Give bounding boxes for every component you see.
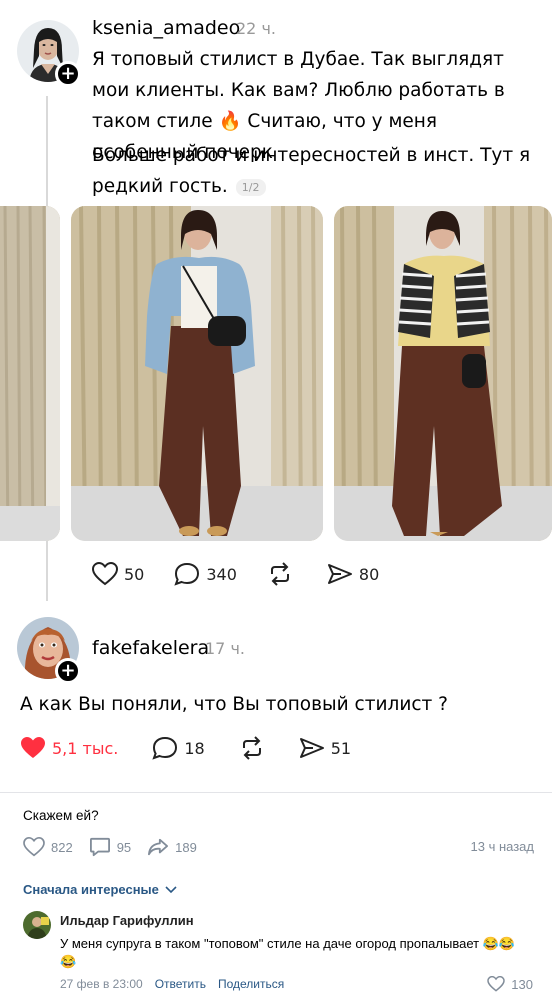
- post-share-count: 80: [358, 564, 380, 584]
- reply-comment-button[interactable]: 18: [152, 736, 205, 760]
- vk-comment-author[interactable]: Ильдар Гарифуллин: [60, 913, 194, 928]
- post-paragraph-2: Больше работ и интересностей в инст. Тут…: [92, 140, 542, 203]
- follow-plus-icon[interactable]: +: [55, 61, 81, 87]
- vk-like-button[interactable]: 822: [23, 837, 73, 857]
- vk-post-footer: Скажем ей? 822 95 189 13 ч назад Сначала…: [0, 792, 552, 1000]
- vk-comment-like-button[interactable]: 130: [487, 976, 533, 992]
- vk-comment-avatar[interactable]: [23, 911, 51, 939]
- comment-icon: [89, 837, 110, 857]
- vk-post-time[interactable]: 13 ч назад: [471, 839, 535, 854]
- vk-comment-count: 95: [116, 839, 132, 855]
- heart-filled-icon: [21, 737, 45, 758]
- vk-comment-meta: 27 фев в 23:00 Ответить Поделиться: [60, 977, 296, 991]
- post-photo-striped-vest[interactable]: [334, 206, 552, 541]
- heart-outline-icon: [92, 562, 118, 586]
- chevron-down-icon: [165, 885, 177, 893]
- post-actions: 50 340 80: [92, 562, 379, 586]
- follow-plus-icon-reply[interactable]: +: [55, 658, 81, 684]
- vk-share-link[interactable]: Поделиться: [218, 977, 284, 991]
- vk-share-count: 189: [175, 839, 197, 855]
- repost-icon: [270, 562, 289, 586]
- send-icon: [299, 738, 324, 758]
- comment-bubble-icon: [174, 562, 200, 586]
- post-comment-button[interactable]: 340: [174, 562, 237, 586]
- vk-share-button[interactable]: 189: [147, 837, 197, 857]
- post-username[interactable]: ksenia_amadeo: [92, 17, 240, 39]
- threads-post: + ksenia_amadeo 22 ч. Я топовый стилист …: [0, 0, 552, 790]
- comment-bubble-icon: [152, 736, 178, 760]
- vk-sort-dropdown[interactable]: Сначала интересные: [23, 882, 177, 897]
- reply-comment-count: 18: [184, 738, 205, 758]
- vk-comment-date[interactable]: 27 фев в 23:00: [60, 977, 143, 991]
- post-comment-count: 340: [206, 564, 237, 584]
- vk-comment-button[interactable]: 95: [89, 837, 131, 857]
- page-indicator: 1/2: [235, 178, 266, 196]
- post-photo-denim-jacket[interactable]: [71, 206, 323, 541]
- vk-caption: Скажем ей?: [23, 808, 99, 823]
- vk-sort-label: Сначала интересные: [23, 882, 159, 897]
- heart-outline-icon: [487, 976, 506, 992]
- vk-reply-link[interactable]: Ответить: [155, 977, 206, 991]
- reply-username[interactable]: fakefakelera: [92, 637, 209, 659]
- reply-like-button[interactable]: 5,1 тыс.: [20, 736, 118, 760]
- reply-text: А как Вы поняли, что Вы топовый стилист …: [20, 694, 449, 715]
- share-arrow-icon: [148, 838, 169, 856]
- post-like-count: 50: [124, 564, 145, 584]
- reply-repost-button[interactable]: [239, 736, 265, 760]
- post-share-button[interactable]: 80: [327, 562, 379, 586]
- post-like-button[interactable]: 50: [92, 562, 144, 586]
- vk-stats: 822 95 189: [23, 837, 213, 857]
- post-photo-left-partial[interactable]: [0, 206, 60, 541]
- vk-like-count: 822: [51, 839, 73, 855]
- reply-share-button[interactable]: 51: [299, 736, 351, 760]
- reply-share-count: 51: [330, 738, 352, 758]
- post-repost-button[interactable]: [267, 562, 293, 586]
- vk-comment-text: У меня супруга в таком "топовом" стиле н…: [60, 936, 516, 969]
- post-time: 22 ч.: [236, 19, 276, 38]
- reply-actions: 5,1 тыс. 18 51: [20, 736, 351, 760]
- repost-icon: [242, 736, 261, 760]
- reply-like-count: 5,1 тыс.: [52, 738, 119, 758]
- heart-outline-icon: [23, 837, 45, 857]
- vk-comment-like-count: 130: [511, 976, 533, 992]
- send-icon: [327, 564, 352, 584]
- post-paragraph-2-text: Больше работ и интересностей в инст. Тут…: [92, 145, 531, 197]
- reply-time: 17 ч.: [205, 639, 245, 658]
